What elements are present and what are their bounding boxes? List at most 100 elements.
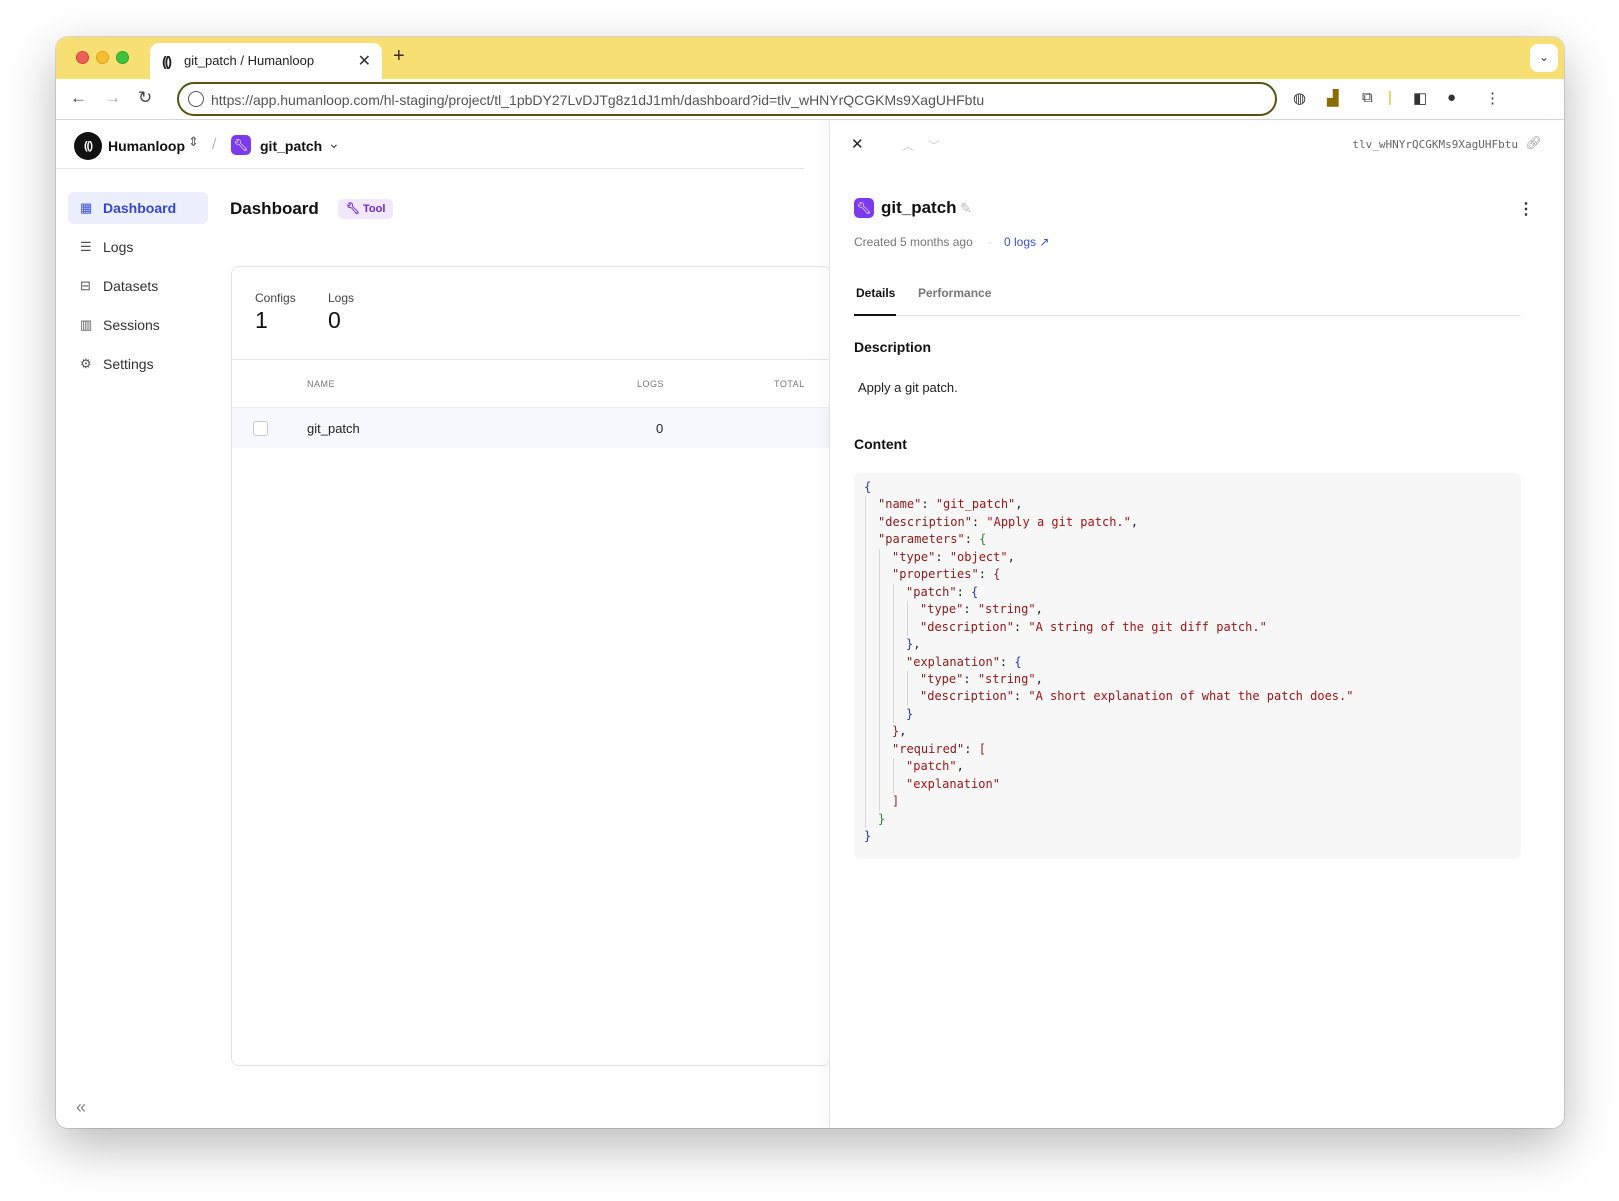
- gear-icon: ⚙: [80, 356, 92, 371]
- link-icon[interactable]: 🔗︎: [1525, 135, 1542, 151]
- column-header-name[interactable]: NAME: [307, 379, 335, 389]
- row-checkbox[interactable]: [253, 421, 268, 436]
- avatar-icon[interactable]: ●: [1447, 89, 1456, 106]
- pencil-icon[interactable]: ✎: [960, 200, 972, 217]
- code-line: },: [892, 724, 907, 739]
- row-logs: 0: [656, 421, 664, 436]
- url-text: https://app.humanloop.com/hl-staging/pro…: [211, 92, 985, 108]
- columns-icon: ▥: [80, 317, 93, 332]
- sidebar-item-settings[interactable]: ⚙ Settings: [68, 348, 208, 380]
- browser-window: (() git_patch / Humanloop ✕ + ⌄ ← → ↻ ht…: [56, 37, 1564, 1128]
- tab-search-button[interactable]: ⌄: [1530, 44, 1558, 72]
- page-title: Dashboard: [230, 199, 319, 218]
- org-name[interactable]: Humanloop: [108, 138, 185, 154]
- sidebar-item-label: Settings: [103, 356, 154, 372]
- code-line: "explanation": [906, 776, 1000, 791]
- tab-performance[interactable]: Performance: [918, 286, 991, 300]
- badge-label: Tool: [363, 203, 386, 215]
- toolbar-divider: |: [1388, 89, 1392, 106]
- row-name: git_patch: [307, 421, 360, 436]
- reload-icon[interactable]: ↻: [138, 88, 152, 108]
- analytics-extension-icon[interactable]: ▟: [1327, 89, 1339, 107]
- site-info-icon[interactable]: [188, 91, 204, 107]
- sidebar-item-label: Dashboard: [103, 200, 177, 216]
- close-tab-icon[interactable]: ✕: [358, 51, 371, 71]
- code-block: { "name": "git_patch", "description": "App…: [854, 473, 1521, 859]
- maximize-window-button[interactable]: [116, 51, 129, 64]
- description-title: Description: [854, 339, 932, 355]
- collapse-sidebar-icon[interactable]: «: [76, 1097, 86, 1118]
- sidebar-item-sessions[interactable]: ▥ Sessions: [68, 309, 208, 341]
- code-line: {: [864, 480, 872, 494]
- dataset-icon: ⊟: [80, 278, 91, 293]
- code-line: "patch": {: [906, 584, 979, 599]
- logs-link[interactable]: 0 logs ↗: [1004, 235, 1049, 249]
- forward-arrow-icon[interactable]: →: [104, 88, 121, 108]
- address-bar[interactable]: https://app.humanloop.com/hl-staging/pro…: [177, 82, 1277, 116]
- breadcrumb-separator: /: [212, 136, 217, 153]
- indent-guide: [879, 548, 880, 811]
- chevron-down-icon[interactable]: ⌄: [328, 135, 340, 152]
- sidebar: ▦ Dashboard ☰ Logs ⊟ Datasets ▥ Sessions…: [56, 170, 216, 1128]
- separator-dot: ·: [988, 235, 992, 249]
- table-row[interactable]: git_patch 0: [232, 407, 831, 448]
- code-line: }: [906, 706, 914, 721]
- chevron-up-icon[interactable]: ︿: [902, 137, 914, 154]
- column-header-total[interactable]: TOTAL: [774, 379, 805, 389]
- grid-icon: ▦: [80, 200, 93, 215]
- logs-label: Logs: [328, 291, 355, 305]
- code-line: "name": "git_patch",: [878, 497, 1023, 512]
- code-line: }: [878, 811, 886, 826]
- code-line: ]: [892, 794, 900, 809]
- app-header: (() Humanloop ⇕ / 🔧︎ git_patch ⌄: [56, 121, 804, 169]
- column-header-logs[interactable]: LOGS: [637, 379, 664, 389]
- project-name[interactable]: git_patch: [260, 138, 322, 154]
- dashboard-card: Configs 1 Logs 0 NAME LOGS TOTAL git_pat…: [231, 266, 831, 1066]
- sidepanel-icon[interactable]: ◧: [1413, 89, 1427, 107]
- close-icon[interactable]: ✕: [851, 135, 864, 153]
- wrench-icon: 🔧︎: [854, 198, 874, 218]
- humanloop-logo-icon[interactable]: ((): [74, 132, 102, 160]
- code-line: },: [906, 637, 921, 652]
- indent-guide: [893, 583, 894, 724]
- sidebar-item-datasets[interactable]: ⊟ Datasets: [68, 270, 208, 302]
- indent-guide: [865, 496, 866, 828]
- kebab-menu-icon[interactable]: ⋮: [1485, 89, 1500, 107]
- indent-guide: [907, 601, 908, 637]
- tab-title: git_patch / Humanloop: [184, 53, 315, 68]
- chevron-down-icon[interactable]: ﹀: [928, 137, 940, 154]
- sidebar-item-label: Sessions: [103, 317, 160, 333]
- sidebar-item-dashboard[interactable]: ▦ Dashboard: [68, 192, 208, 224]
- active-tab-indicator: [854, 314, 896, 316]
- back-arrow-icon[interactable]: ←: [70, 88, 87, 108]
- code-line: "patch",: [906, 759, 964, 774]
- close-window-button[interactable]: [76, 51, 89, 64]
- code-line: "parameters": {: [878, 532, 987, 547]
- sidebar-item-logs[interactable]: ☰ Logs: [68, 231, 208, 263]
- code-line: "explanation": {: [906, 654, 1022, 669]
- wrench-icon: 🔧︎: [231, 135, 251, 155]
- code-line: "description": "A string of the git diff…: [920, 619, 1267, 634]
- extension-icon[interactable]: ◍: [1293, 89, 1306, 107]
- minimize-window-button[interactable]: [96, 51, 109, 64]
- browser-toolbar: ← → ↻ https://app.humanloop.com/hl-stagi…: [56, 79, 1564, 120]
- code-line: "type": "string",: [920, 671, 1043, 686]
- code-line: }: [864, 829, 872, 843]
- tabs-divider: [854, 315, 1521, 316]
- puzzle-icon[interactable]: ⧉: [1362, 89, 1373, 106]
- content-title: Content: [854, 436, 907, 452]
- sidebar-item-label: Logs: [103, 239, 134, 255]
- more-vertical-icon[interactable]: ⋮: [1518, 199, 1534, 219]
- new-tab-button[interactable]: +: [393, 45, 405, 68]
- divider: [232, 359, 831, 360]
- code-line: "type": "string",: [920, 602, 1043, 617]
- wrench-icon: 🔧︎: [346, 203, 364, 215]
- chevron-up-down-icon[interactable]: ⇕: [188, 134, 199, 150]
- description-text: Apply a git patch.: [858, 380, 958, 395]
- code-line: "required": [: [892, 741, 986, 756]
- code-line: "description": "Apply a git patch.",: [878, 514, 1139, 529]
- version-id: tlv_wHNYrQCGKMs9XagUHFbtu: [1352, 138, 1518, 151]
- tab-details[interactable]: Details: [856, 286, 895, 300]
- browser-tab[interactable]: (() git_patch / Humanloop ✕: [150, 43, 382, 79]
- panel-title: git_patch: [881, 198, 957, 217]
